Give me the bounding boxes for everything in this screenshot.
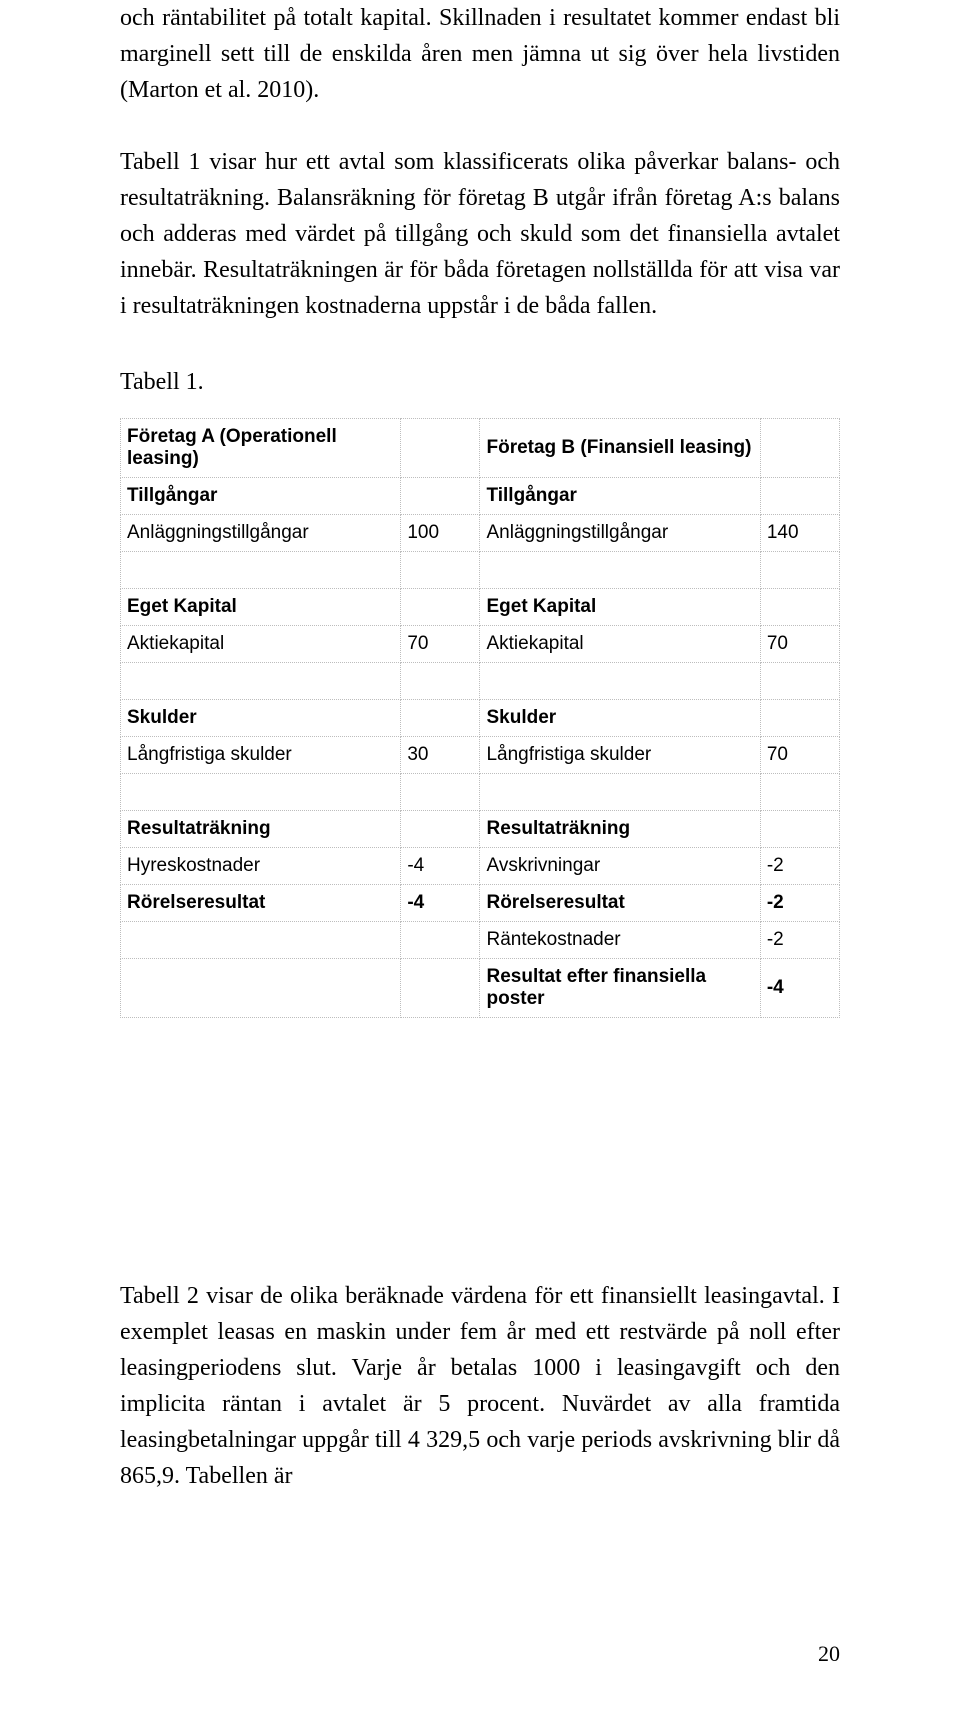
table-cell	[760, 700, 839, 737]
table-cell: -4	[760, 959, 839, 1018]
table-cell: Resultaträkning	[121, 811, 401, 848]
table-cell-empty	[760, 663, 839, 700]
table-cell: Aktiekapital	[480, 626, 760, 663]
table-row: Hyreskostnader-4Avskrivningar-2	[121, 848, 840, 885]
table-row: Långfristiga skulder30Långfristiga skuld…	[121, 737, 840, 774]
table-cell: Räntekostnader	[480, 922, 760, 959]
table-cell	[401, 478, 480, 515]
table-cell-empty	[760, 774, 839, 811]
table-cell: 30	[401, 737, 480, 774]
table-row: Tillgångar Tillgångar	[121, 478, 840, 515]
document-page: och räntabilitet på totalt kapital. Skil…	[0, 0, 960, 1715]
table-cell-empty	[480, 552, 760, 589]
table-cell	[121, 959, 401, 1018]
table-row	[121, 774, 840, 811]
table-cell	[401, 922, 480, 959]
table-row	[121, 663, 840, 700]
table-cell: 70	[760, 737, 839, 774]
table-cell-empty	[121, 774, 401, 811]
table-cell	[401, 589, 480, 626]
table-cell: Tillgångar	[480, 478, 760, 515]
table-cell: Långfristiga skulder	[121, 737, 401, 774]
paragraph: Tabell 1 visar hur ett avtal som klassif…	[120, 144, 840, 324]
table-cell	[760, 589, 839, 626]
table-cell: -2	[760, 922, 839, 959]
table-row: Räntekostnader-2	[121, 922, 840, 959]
table-cell: Avskrivningar	[480, 848, 760, 885]
table-cell	[760, 419, 839, 478]
table-cell: 70	[760, 626, 839, 663]
table-cell: Hyreskostnader	[121, 848, 401, 885]
table-row: Skulder Skulder	[121, 700, 840, 737]
spacer	[120, 1018, 840, 1278]
table-cell	[760, 478, 839, 515]
table-cell: Skulder	[480, 700, 760, 737]
table-row: Eget Kapital Eget Kapital	[121, 589, 840, 626]
paragraph: Tabell 2 visar de olika beräknade värden…	[120, 1278, 840, 1494]
table-cell: -2	[760, 885, 839, 922]
table-cell-empty	[480, 774, 760, 811]
table-cell: Långfristiga skulder	[480, 737, 760, 774]
comparison-table: Företag A (Operationell leasing) Företag …	[120, 418, 840, 1018]
table-row	[121, 552, 840, 589]
table-cell: 140	[760, 515, 839, 552]
table-caption: Tabell 1.	[120, 364, 840, 400]
table-cell: 70	[401, 626, 480, 663]
table-row: Aktiekapital70Aktiekapital70	[121, 626, 840, 663]
table-cell	[401, 959, 480, 1018]
table-cell: -4	[401, 848, 480, 885]
table-cell	[121, 922, 401, 959]
table-cell: Företag A (Operationell leasing)	[121, 419, 401, 478]
table-cell: Rörelseresultat	[480, 885, 760, 922]
table-cell: Resultat efter finansiella poster	[480, 959, 760, 1018]
table-cell-empty	[121, 663, 401, 700]
table-cell-empty	[760, 552, 839, 589]
table-cell: Aktiekapital	[121, 626, 401, 663]
table-cell-empty	[121, 552, 401, 589]
table-cell: 100	[401, 515, 480, 552]
table-cell: Rörelseresultat	[121, 885, 401, 922]
table-row: Resultat efter finansiella poster-4	[121, 959, 840, 1018]
table-cell	[760, 811, 839, 848]
table-cell	[401, 811, 480, 848]
table-cell: Eget Kapital	[480, 589, 760, 626]
table-cell: Tillgångar	[121, 478, 401, 515]
page-number: 20	[818, 1641, 840, 1667]
table-cell	[401, 700, 480, 737]
table-cell: Företag B (Finansiell leasing)	[480, 419, 760, 478]
table-cell: -2	[760, 848, 839, 885]
table-row: Anläggningstillgångar100Anläggningstillg…	[121, 515, 840, 552]
table-cell: Eget Kapital	[121, 589, 401, 626]
table-cell-empty	[480, 663, 760, 700]
table-cell: Skulder	[121, 700, 401, 737]
table-cell: Resultaträkning	[480, 811, 760, 848]
table-row: Rörelseresultat-4Rörelseresultat-2	[121, 885, 840, 922]
table-cell: Anläggningstillgångar	[121, 515, 401, 552]
table-cell-empty	[401, 552, 480, 589]
table-cell-empty	[401, 774, 480, 811]
table-row: Resultaträkning Resultaträkning	[121, 811, 840, 848]
table-row: Företag A (Operationell leasing) Företag …	[121, 419, 840, 478]
table-cell: -4	[401, 885, 480, 922]
table-cell	[401, 419, 480, 478]
table-cell-empty	[401, 663, 480, 700]
paragraph: och räntabilitet på totalt kapital. Skil…	[120, 0, 840, 108]
table-cell: Anläggningstillgångar	[480, 515, 760, 552]
